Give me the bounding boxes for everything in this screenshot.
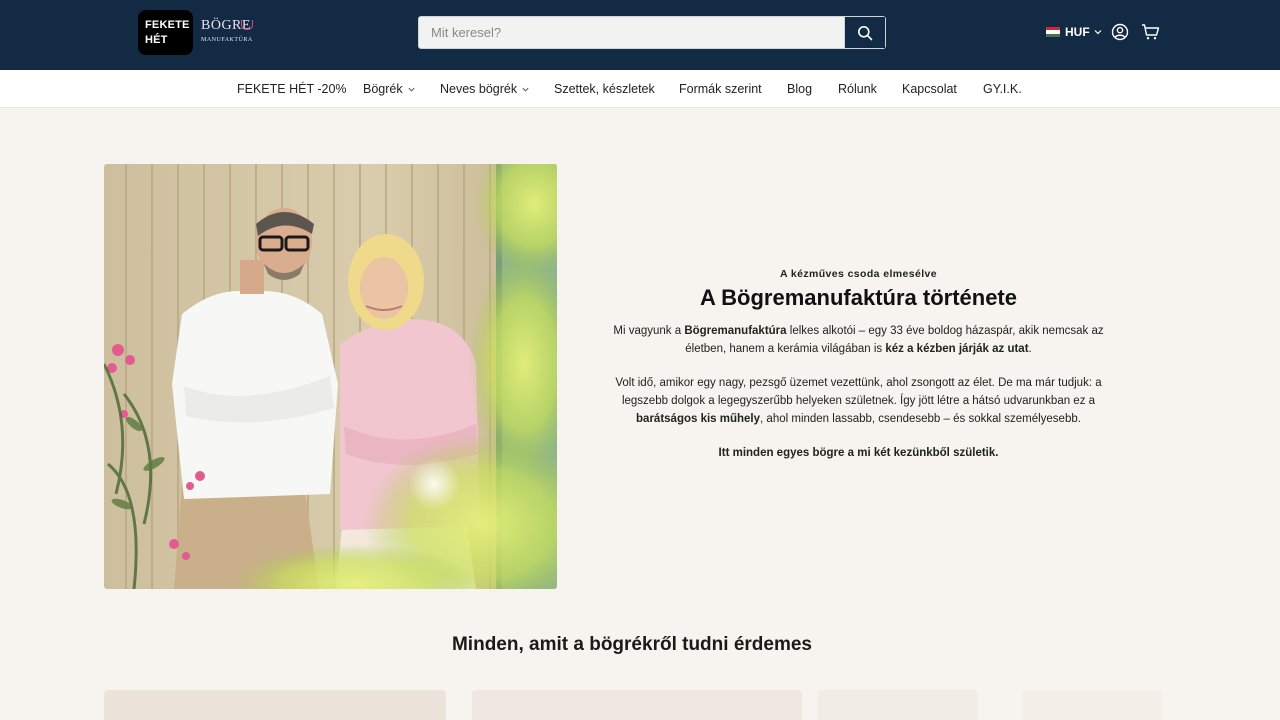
info-card[interactable]: [104, 690, 446, 720]
logo-badge-line-1: FEKETE: [145, 19, 190, 31]
brand-story: A kézműves csoda elmesélve A Bögremanufa…: [610, 268, 1107, 462]
nav-item-mugs[interactable]: Bögrék: [363, 70, 416, 108]
nav-item-shapes[interactable]: Formák szerint: [679, 70, 762, 108]
chevron-down-icon: [521, 85, 530, 94]
nav-item-faq[interactable]: GY.I.K.: [983, 70, 1022, 108]
logo-badge-line-2: HÉT: [145, 34, 168, 46]
nav-item-label: Szettek, készletek: [554, 82, 655, 96]
story-eyebrow: A kézműves csoda elmesélve: [779, 268, 938, 280]
nav-item-label: Formák szerint: [679, 82, 762, 96]
story-paragraph-1: Mi vagyunk a Bögremanufaktúra lelkes alk…: [610, 322, 1107, 358]
nav-item-label: Rólunk: [838, 82, 877, 96]
black-week-logo-badge[interactable]: FEKETE HÉT: [138, 10, 193, 55]
story-text: Mi vagyunk a: [613, 325, 685, 337]
nav-item-about[interactable]: Rólunk: [838, 70, 877, 108]
search-button[interactable]: [844, 17, 885, 48]
nav-item-label: Bögrék: [363, 82, 403, 96]
nav-item-blog[interactable]: Blog: [787, 70, 812, 108]
nav-item-famous-mugs[interactable]: Neves bögrék: [440, 70, 530, 108]
founders-photo: [104, 164, 557, 589]
nav-item-label: Kapcsolat: [902, 82, 957, 96]
mug-icon: [241, 20, 253, 30]
user-circle-icon: [1111, 23, 1129, 41]
story-closing-text: Itt minden egyes bögre a mi két kezünkbő…: [718, 447, 999, 459]
search-bar: [418, 16, 886, 49]
currency-label: HUF: [1065, 25, 1090, 39]
info-card[interactable]: [472, 690, 802, 720]
brand-logo[interactable]: BÖGRE MANUFAKTÚRA: [201, 18, 257, 48]
story-paragraph-2: Volt idő, amikor egy nagy, pezsgő üzemet…: [610, 374, 1107, 428]
search-input[interactable]: [419, 17, 845, 48]
nav-item-label: Blog: [787, 82, 813, 96]
info-cards-row: [100, 684, 1180, 720]
nav-item-sets[interactable]: Szettek, készletek: [554, 70, 655, 108]
site-header: FEKETE HÉT BÖGRE MANUFAKTÚRA HUF: [0, 0, 1280, 70]
info-section-title: Minden, amit a bögrékről tudni érdemes: [451, 634, 812, 655]
info-card[interactable]: [818, 690, 978, 720]
story-bold-text: barátságos kis műhely: [636, 413, 761, 425]
story-text: , ahol minden lassabb, csendesebb – és s…: [760, 413, 1081, 425]
main-navigation: FEKETE HÉT -20% Bögrék Neves bögrék Szet…: [0, 70, 1280, 108]
story-closing: Itt minden egyes bögre a mi két kezünkbő…: [610, 444, 1107, 462]
cart-button[interactable]: [1140, 22, 1160, 42]
story-bold-text: kéz a kézben járják az utat: [885, 343, 1029, 355]
nav-item-black-week[interactable]: FEKETE HÉT -20%: [237, 70, 347, 108]
info-card[interactable]: [1022, 690, 1162, 720]
nav-item-contact[interactable]: Kapcsolat: [902, 70, 957, 108]
cart-icon: [1141, 24, 1159, 40]
search-icon: [858, 25, 873, 40]
brand-logo-sub: MANUFAKTÚRA: [201, 37, 253, 43]
story-title: A Bögremanufaktúra története: [699, 285, 1017, 310]
chevron-down-icon: [1094, 30, 1102, 35]
currency-selector[interactable]: HUF: [1046, 24, 1103, 40]
chevron-down-icon: [407, 85, 416, 94]
hungary-flag-icon: [1046, 27, 1060, 37]
nav-item-label: FEKETE HÉT -20%: [237, 82, 347, 96]
account-button[interactable]: [1110, 22, 1130, 42]
story-bold-text: Bögremanufaktúra: [684, 325, 787, 337]
nav-item-label: Neves bögrék: [440, 82, 518, 96]
story-text: Volt idő, amikor egy nagy, pezsgő üzemet…: [615, 377, 1102, 407]
nav-item-label: GY.I.K.: [983, 82, 1022, 96]
story-text: .: [1028, 343, 1032, 355]
